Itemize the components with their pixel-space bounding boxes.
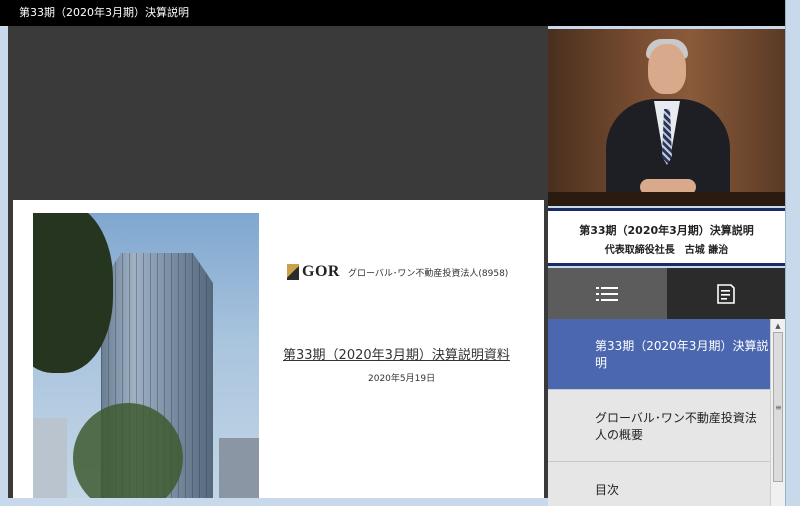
- chapter-list: 第33期（2020年3月期）決算説 明 グローバル･ワン不動産投資法 人の概要 …: [548, 319, 785, 506]
- list-item[interactable]: 目次: [548, 464, 770, 506]
- company-ticker: (8958): [478, 268, 509, 279]
- slide-title: 第33期（2020年3月期）決算説明資料: [283, 348, 510, 363]
- window-title: 第33期（2020年3月期）決算説明: [0, 0, 785, 26]
- side-building: [33, 418, 67, 498]
- caption-speaker: 代表取締役社長 古城 謙治: [604, 245, 729, 256]
- slide-date: 2020年5月19日: [368, 374, 436, 384]
- company-name-text: グローバル･ワン不動産投資法人: [347, 268, 479, 279]
- logo-text: GOR: [302, 263, 340, 280]
- panel-tabs: [548, 268, 785, 319]
- caption-title: 第33期（2020年3月期）決算説明: [579, 224, 754, 237]
- chapter-list-scrollbar[interactable]: ▲ ≡: [770, 319, 785, 506]
- list-item-title-cont: 人の概要: [595, 428, 644, 442]
- grip-icon: ≡: [775, 403, 782, 412]
- desk: [548, 192, 785, 206]
- list-item[interactable]: 第33期（2020年3月期）決算説 明: [548, 319, 770, 390]
- window-border-right: [785, 0, 800, 506]
- side-building-right: [219, 438, 259, 498]
- list-item-title-cont: 明: [595, 356, 608, 370]
- video-caption: 第33期（2020年3月期）決算説明 代表取締役社長 古城 謙治: [548, 208, 785, 266]
- list-icon: [596, 286, 619, 301]
- notes-icon: [716, 283, 735, 304]
- logo-mark-icon: [287, 264, 299, 280]
- app-window: 第33期（2020年3月期）決算説明 GOR グローバル･ワン不動産投資法人(8…: [0, 0, 800, 506]
- presenter-head: [648, 44, 686, 94]
- company-name: グローバル･ワン不動産投資法人(8958): [348, 266, 508, 279]
- list-item-title: 目次: [595, 483, 620, 497]
- slide[interactable]: GOR グローバル･ワン不動産投資法人(8958) 第33期（2020年3月期）…: [13, 200, 544, 498]
- list-item[interactable]: グローバル･ワン不動産投資法 人の概要: [548, 392, 770, 462]
- tab-notes[interactable]: [666, 268, 785, 319]
- window-border-left: [0, 26, 8, 506]
- building-photo: [33, 213, 259, 498]
- scroll-thumb[interactable]: ≡: [773, 332, 783, 482]
- list-item-title: グローバル･ワン不動産投資法: [595, 411, 757, 425]
- scroll-up-icon[interactable]: ▲: [771, 321, 785, 331]
- list-item-title: 第33期（2020年3月期）決算説: [595, 339, 769, 353]
- company-logo: GOR グローバル･ワン不動産投資法人(8958): [287, 263, 508, 281]
- presenter-video[interactable]: [548, 29, 785, 206]
- tab-chapters[interactable]: [548, 268, 667, 319]
